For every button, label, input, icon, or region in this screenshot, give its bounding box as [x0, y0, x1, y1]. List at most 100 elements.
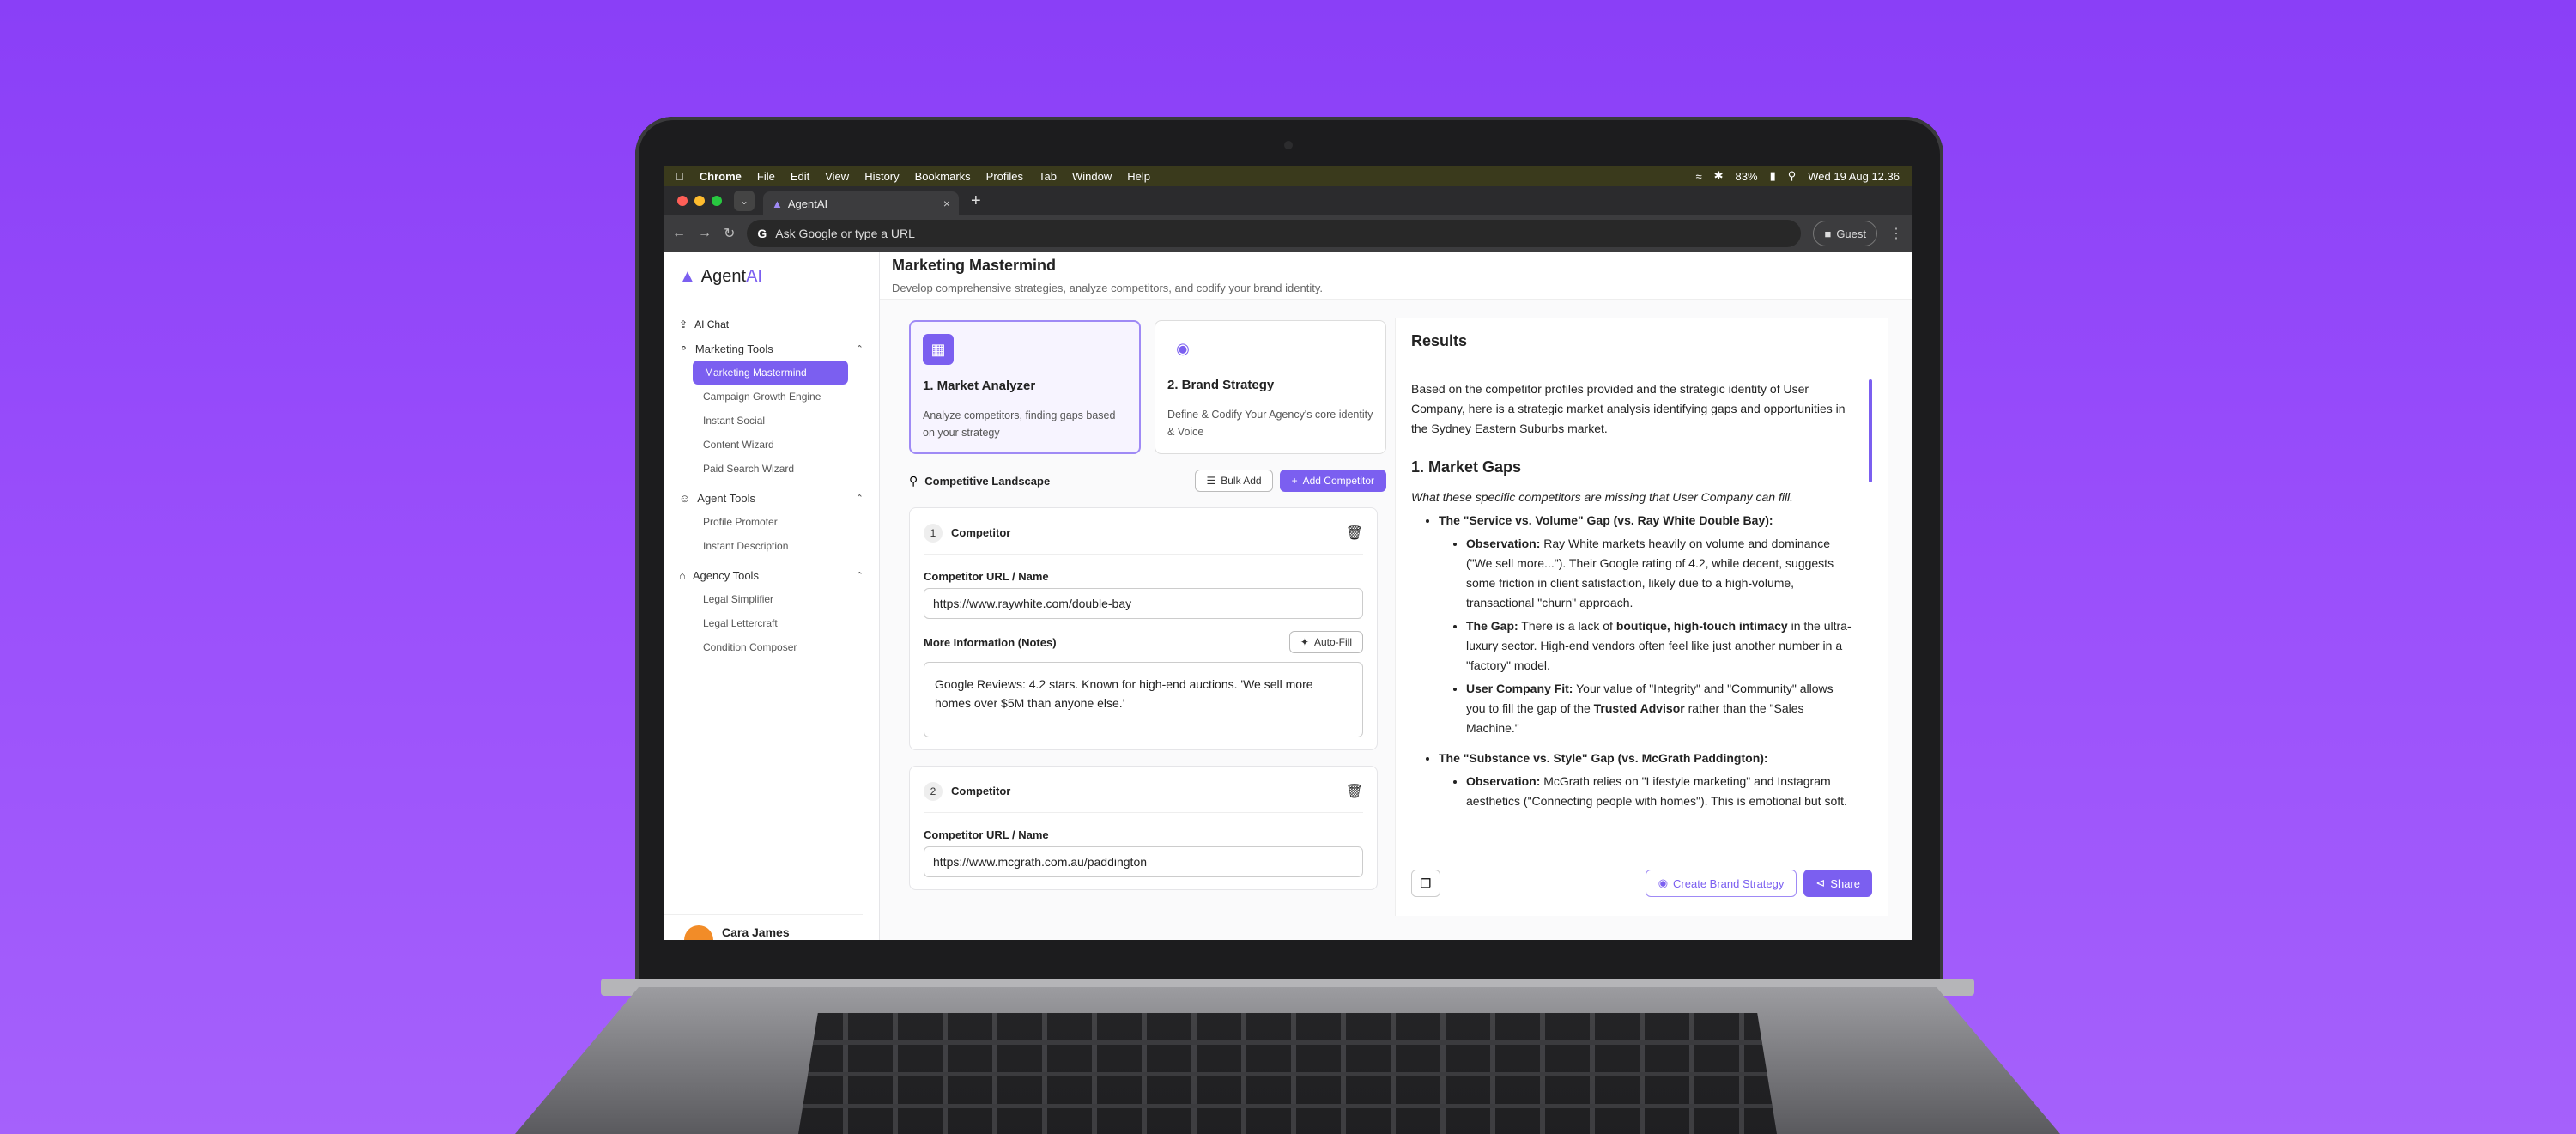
trash-icon[interactable]: 🗑	[1346, 783, 1363, 800]
close-tab-icon[interactable]: ×	[943, 197, 950, 210]
menu-window[interactable]: Window	[1072, 170, 1112, 183]
competitor-url-input[interactable]: https://www.mcgrath.com.au/paddington	[924, 846, 1363, 877]
scrollbar-thumb[interactable]	[1869, 379, 1872, 482]
results-section-lead: What these specific competitors are miss…	[1411, 490, 1794, 504]
apple-icon[interactable]: 	[676, 170, 684, 183]
bullet-emphasis: boutique, high-touch intimacy	[1615, 619, 1788, 633]
search-icon[interactable]: ⚲	[1788, 169, 1797, 183]
card-description: Define & Codify Your Agency's core ident…	[1167, 409, 1373, 438]
sidebar-item-paid-search-wizard[interactable]: Paid Search Wizard	[679, 457, 879, 481]
notes-textarea[interactable]: Google Reviews: 4.2 stars. Known for hig…	[924, 662, 1363, 737]
menu-edit[interactable]: Edit	[791, 170, 809, 183]
bullet-label: Observation:	[1466, 774, 1541, 788]
sidebar-group-agent-tools[interactable]: ☺ Agent Tools ⌃	[679, 486, 879, 510]
pin-icon: ◉	[1658, 876, 1669, 889]
sidebar-item-campaign-growth-engine[interactable]: Campaign Growth Engine	[679, 385, 879, 409]
share-button[interactable]: ⊲ Share	[1803, 870, 1872, 897]
button-label: Bulk Add	[1221, 475, 1262, 487]
back-icon[interactable]: ←	[672, 226, 686, 241]
competitor-card: 1 Competitor 🗑 Competitor URL / Name htt…	[909, 507, 1378, 750]
button-label: Create Brand Strategy	[1673, 876, 1785, 890]
reload-icon[interactable]: ↻	[724, 225, 735, 242]
bluetooth-icon[interactable]: ✱	[1714, 169, 1724, 183]
app: ▲ AgentAI ⇪ AI Chat ⚬ Marketing Tools ⌃ …	[664, 252, 1912, 940]
competitor-url-input[interactable]: https://www.raywhite.com/double-bay	[924, 588, 1363, 619]
browser-tab-active[interactable]: ▲ AgentAI ×	[763, 191, 959, 215]
sidebar-item-content-wizard[interactable]: Content Wizard	[679, 433, 879, 457]
logo-icon: ▲	[679, 267, 696, 286]
url-label: Competitor URL / Name	[924, 570, 1049, 583]
camera	[1284, 141, 1293, 149]
clock[interactable]: Wed 19 Aug 12.36	[1808, 170, 1900, 183]
close-window-button[interactable]	[677, 196, 688, 206]
user-profile[interactable]: Cara James	[664, 914, 863, 940]
sidebar-item-profile-promoter[interactable]: Profile Promoter	[679, 510, 879, 534]
logo[interactable]: ▲ AgentAI	[679, 267, 879, 287]
gap-title: The "Service vs. Volume" Gap (vs. Ray Wh…	[1439, 513, 1773, 527]
results-intro: Based on the competitor profiles provide…	[1411, 382, 1846, 435]
browser-toolbar: ← → ↻ G Ask Google or type a URL ■ Guest…	[664, 215, 1912, 252]
competitive-landscape-bar: ⚲ Competitive Landscape ☰ Bulk Add + Add…	[909, 470, 1386, 492]
card-market-analyzer[interactable]: ▦ 1. Market Analyzer Analyze competitors…	[909, 320, 1141, 454]
user-name: Cara James	[722, 925, 790, 939]
sidebar-group-label: Agent Tools	[697, 491, 755, 505]
wifi-icon[interactable]: ≈	[1695, 170, 1701, 183]
left-column: ▦ 1. Market Analyzer Analyze competitors…	[909, 320, 1386, 890]
competitor-number: 1	[924, 523, 943, 543]
chevron-up-icon: ⌃	[855, 570, 864, 581]
plus-icon: +	[1291, 475, 1298, 487]
sparkle-icon: ✦	[1300, 636, 1309, 648]
sidebar-item-legal-simplifier[interactable]: Legal Simplifier	[679, 587, 879, 611]
menu-help[interactable]: Help	[1127, 170, 1150, 183]
tab-search-button[interactable]: ⌄	[734, 191, 755, 211]
address-placeholder: Ask Google or type a URL	[775, 227, 915, 240]
auto-fill-button[interactable]: ✦ Auto-Fill	[1288, 631, 1363, 653]
sidebar-item-condition-composer[interactable]: Condition Composer	[679, 635, 879, 659]
sidebar-group-agency-tools[interactable]: ⌂ Agency Tools ⌃	[679, 563, 879, 587]
share-icon: ⊲	[1815, 876, 1826, 889]
menu-tab[interactable]: Tab	[1039, 170, 1057, 183]
address-bar[interactable]: G Ask Google or type a URL	[747, 220, 1802, 247]
results-actions: ❐ ◉ Create Brand Strategy ⊲ Share	[1411, 870, 1872, 897]
more-menu-icon[interactable]: ⋮	[1889, 225, 1903, 242]
chart-icon: ▦	[923, 334, 954, 365]
agentai-favicon-icon: ▲	[772, 197, 783, 210]
profile-icon: ■	[1824, 227, 1832, 240]
button-label: Share	[1830, 876, 1860, 890]
battery-icon[interactable]: ▮	[1770, 169, 1776, 183]
page-header: Marketing Mastermind Develop comprehensi…	[880, 252, 1912, 300]
forward-icon[interactable]: →	[698, 226, 712, 241]
add-competitor-button[interactable]: + Add Competitor	[1279, 470, 1386, 492]
results-content[interactable]: Based on the competitor profiles provide…	[1411, 379, 1872, 826]
trash-icon[interactable]: 🗑	[1346, 525, 1363, 542]
minimize-window-button[interactable]	[694, 196, 705, 206]
sidebar-item-ai-chat[interactable]: ⇪ AI Chat	[679, 312, 879, 337]
sidebar-group-marketing-tools[interactable]: ⚬ Marketing Tools ⌃	[679, 337, 879, 361]
chevron-up-icon: ⌃	[855, 493, 864, 504]
browser-tabbar: ⌄ ▲ AgentAI × +	[664, 186, 1912, 215]
competitor-number: 2	[924, 781, 943, 801]
sidebar-item-instant-description[interactable]: Instant Description	[679, 534, 879, 558]
menu-app-name[interactable]: Chrome	[700, 170, 742, 183]
logo-text: Agent	[700, 267, 747, 286]
sidebar-item-legal-lettercraft[interactable]: Legal Lettercraft	[679, 611, 879, 635]
sidebar-item-label: AI Chat	[694, 318, 730, 330]
button-label: Add Competitor	[1302, 475, 1374, 487]
create-brand-strategy-button[interactable]: ◉ Create Brand Strategy	[1645, 870, 1797, 897]
menu-view[interactable]: View	[825, 170, 849, 183]
new-tab-button[interactable]: +	[971, 191, 981, 211]
battery-percent: 83%	[1735, 169, 1758, 183]
profile-button[interactable]: ■ Guest	[1813, 221, 1877, 246]
menu-history[interactable]: History	[864, 170, 899, 183]
bullet-text: There is a lack of	[1518, 619, 1616, 633]
menu-profiles[interactable]: Profiles	[986, 170, 1023, 183]
zoom-window-button[interactable]	[712, 196, 722, 206]
sidebar-item-instant-social[interactable]: Instant Social	[679, 409, 879, 433]
card-brand-strategy[interactable]: ◉ 2. Brand Strategy Define & Codify Your…	[1155, 320, 1386, 454]
button-label: Auto-Fill	[1313, 636, 1352, 648]
menu-bookmarks[interactable]: Bookmarks	[915, 170, 971, 183]
copy-icon[interactable]: ❐	[1411, 870, 1440, 897]
bulk-add-button[interactable]: ☰ Bulk Add	[1195, 470, 1273, 492]
sidebar-item-marketing-mastermind[interactable]: Marketing Mastermind	[693, 361, 848, 385]
menu-file[interactable]: File	[757, 170, 775, 183]
